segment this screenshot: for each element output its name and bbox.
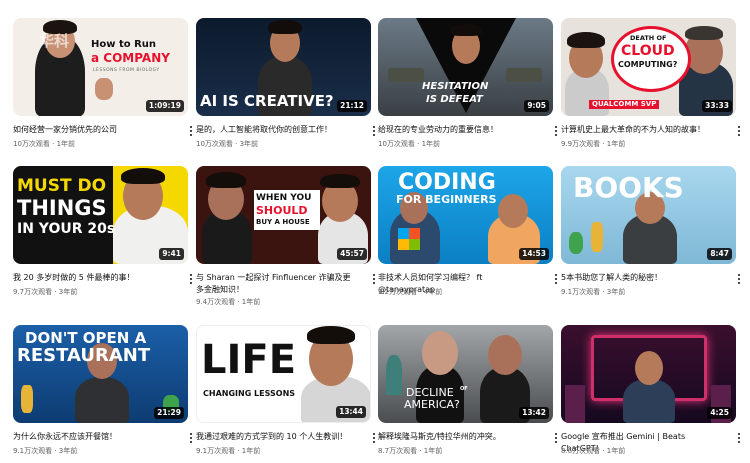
thumb-text: How to Run — [91, 39, 157, 50]
thumb-text: BOOKS — [573, 171, 684, 204]
thumb-text: WHEN YOU — [256, 193, 312, 203]
video-thumbnail[interactable]: 4:25 — [561, 325, 736, 423]
thumb-text: CLOUD — [621, 43, 675, 59]
video-title[interactable]: 我 20 多岁时做的 5 件最棒的事！ — [13, 272, 173, 284]
video-meta: 9.7万次观看 · 3年前 — [13, 288, 78, 296]
duration-badge: 4:25 — [707, 407, 732, 419]
more-options-icon[interactable] — [551, 124, 561, 138]
video-title[interactable]: 解释埃隆马斯克/特拉华州的冲突。 — [378, 431, 538, 443]
duration-badge: 8:47 — [707, 248, 732, 260]
video-meta: 8.6万次观看 · 1年前 — [561, 447, 626, 455]
thumb-text: DECLINE — [406, 386, 454, 399]
video-meta: 8.7万次观看 · 1年前 — [378, 447, 443, 455]
thumb-text: OF — [460, 386, 468, 392]
thumb-text: AMERICA? — [404, 398, 460, 411]
thumb-text: RESTAURANT — [17, 345, 151, 366]
video-meta: 9.1万次观看 · 1年前 — [196, 447, 261, 455]
video-thumbnail[interactable]: CODING FOR BEGINNERS 14:53 — [378, 166, 553, 264]
thumb-text: HESITATION — [422, 81, 489, 92]
video-thumbnail[interactable]: DECLINE OF AMERICA? 13:42 — [378, 325, 553, 423]
video-thumbnail[interactable]: How to Run a COMPANY LESSONS FROM BIOLOG… — [13, 18, 188, 116]
video-thumbnail[interactable]: LIFE CHANGING LESSONS 13:44 — [196, 325, 371, 423]
video-grid: How to Run a COMPANY LESSONS FROM BIOLOG… — [0, 0, 750, 463]
thumb-text: DEATH OF — [630, 34, 667, 42]
video-title[interactable]: 为什么你永远不应该开餐馆！ — [13, 431, 173, 443]
video-title[interactable]: 5本书助您了解人类的秘密！ — [561, 272, 721, 284]
video-meta: 9.9万次观看 · 1年前 — [561, 140, 626, 148]
thumb-text: SHOULD — [256, 204, 308, 217]
duration-badge: 13:42 — [519, 407, 549, 419]
thumb-text: AI IS CREATIVE? — [200, 92, 334, 110]
thumb-text: LIFE — [201, 337, 297, 383]
video-title[interactable]: 是的，人工智能将取代你的创意工作！ — [196, 124, 356, 136]
duration-badge: 14:53 — [519, 248, 549, 260]
video-meta: 9.4万次观看 · 1年前 — [196, 298, 261, 306]
more-options-icon[interactable] — [186, 431, 196, 445]
video-title[interactable]: 我通过艰难的方式学到的 10 个人生教训！ — [196, 431, 356, 443]
thumb-text: DON'T OPEN A — [25, 329, 147, 347]
thumb-text: MUST DO — [17, 176, 107, 196]
video-thumbnail[interactable]: DEATH OF CLOUD COMPUTING? QUALCOMM SVP 3… — [561, 18, 736, 116]
duration-badge: 45:57 — [337, 248, 367, 260]
video-meta: 9.2万次观看 · 4年前 — [378, 288, 443, 296]
more-options-icon[interactable] — [186, 272, 196, 286]
video-meta: 9.1万次观看 · 3年前 — [561, 288, 626, 296]
video-thumbnail[interactable]: AI IS CREATIVE? 21:12 — [196, 18, 371, 116]
video-meta: 10万次观看 · 1年前 — [13, 140, 76, 148]
thumb-text: FOR BEGINNERS — [396, 193, 497, 206]
duration-badge: 9:05 — [524, 100, 549, 112]
duration-badge: 13:44 — [336, 406, 366, 418]
video-meta: 9.1万次观看 · 3年前 — [13, 447, 78, 455]
video-meta: 10万次观看 · 3年前 — [196, 140, 259, 148]
video-meta: 10万次观看 · 1年前 — [378, 140, 441, 148]
duration-badge: 9:41 — [159, 248, 184, 260]
duration-badge: 33:33 — [702, 100, 732, 112]
more-options-icon[interactable] — [551, 272, 561, 286]
video-thumbnail[interactable]: MUST DO THINGS IN YOUR 20s 9:41 — [13, 166, 188, 264]
video-thumbnail[interactable]: HESITATION IS DEFEAT 9:05 — [378, 18, 553, 116]
more-options-icon[interactable] — [186, 124, 196, 138]
video-title[interactable]: 计算机史上最大革命的不为人知的故事！ — [561, 124, 721, 136]
more-options-icon[interactable] — [734, 272, 744, 286]
more-options-icon[interactable] — [551, 431, 561, 445]
thumb-text: IS DEFEAT — [426, 94, 483, 105]
thumb-text: CHANGING LESSONS — [203, 389, 296, 398]
video-thumbnail[interactable]: WHEN YOU SHOULD BUY A HOUSE 45:57 — [196, 166, 371, 264]
more-options-icon[interactable] — [734, 124, 744, 138]
thumb-text: IN YOUR 20s — [17, 221, 116, 237]
more-options-icon[interactable] — [734, 431, 744, 445]
thumb-text: THINGS — [17, 196, 107, 220]
video-title[interactable]: 如何经营一家分销优先的公司 — [13, 124, 173, 136]
video-thumbnail[interactable]: BOOKS 8:47 — [561, 166, 736, 264]
thumb-text: CODING — [398, 170, 496, 195]
thumb-text: a COMPANY — [91, 51, 170, 65]
thumb-text: COMPUTING? — [618, 60, 678, 69]
thumb-text: LESSONS FROM BIOLOGY — [93, 68, 160, 73]
video-title[interactable]: 给现在的专业劳动力的重要信息！ — [378, 124, 538, 136]
duration-badge: 21:12 — [337, 100, 367, 112]
video-title[interactable]: 与 Sharan 一起探讨 Finfluencer 诈骗及更多金融知识！ — [196, 272, 356, 296]
thumb-text: QUALCOMM SVP — [589, 100, 660, 109]
video-thumbnail[interactable]: DON'T OPEN A RESTAURANT 21:29 — [13, 325, 188, 423]
duration-badge: 1:09:19 — [145, 100, 184, 112]
duration-badge: 21:29 — [154, 407, 184, 419]
thumb-text: BUY A HOUSE — [256, 218, 310, 226]
channel-watermark: 华科 — [39, 32, 70, 50]
